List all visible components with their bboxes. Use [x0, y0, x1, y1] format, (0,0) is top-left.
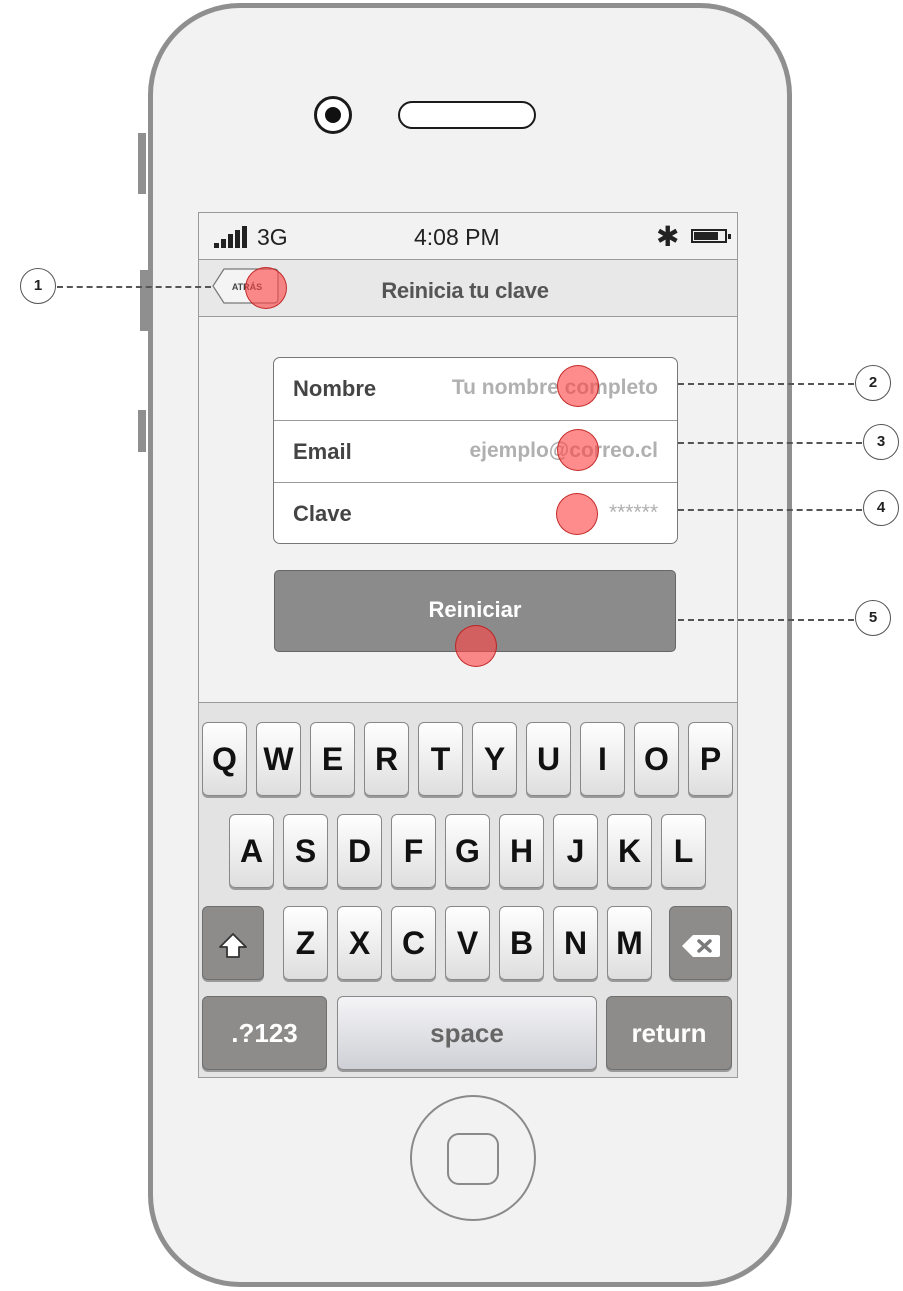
key-g[interactable]: G [445, 814, 490, 888]
name-input[interactable]: Tu nombre completo [452, 376, 658, 400]
key-x[interactable]: X [337, 906, 382, 980]
callout-5: 5 [855, 600, 891, 636]
battery-icon [691, 229, 731, 243]
callout-4: 4 [863, 490, 899, 526]
bluetooth-icon: ✱ [656, 221, 680, 252]
key-a[interactable]: A [229, 814, 274, 888]
key-q[interactable]: Q [202, 722, 247, 796]
key-r[interactable]: R [364, 722, 409, 796]
signal-icon [214, 226, 248, 248]
key-v[interactable]: V [445, 906, 490, 980]
network-type: 3G [257, 224, 288, 250]
key-o[interactable]: O [634, 722, 679, 796]
return-key[interactable]: return [606, 996, 732, 1070]
callout-3-line [678, 442, 862, 444]
key-w[interactable]: W [256, 722, 301, 796]
shift-arrow-icon [219, 932, 247, 958]
hotspot-email [557, 429, 599, 471]
hotspot-back [245, 267, 287, 309]
key-c[interactable]: C [391, 906, 436, 980]
name-field[interactable]: Nombre Tu nombre completo [274, 358, 677, 420]
key-i[interactable]: I [580, 722, 625, 796]
key-p[interactable]: P [688, 722, 733, 796]
key-h[interactable]: H [499, 814, 544, 888]
key-b[interactable]: B [499, 906, 544, 980]
password-input[interactable]: ****** [609, 501, 658, 525]
status-time: 4:08 PM [414, 224, 500, 250]
backspace-icon [681, 934, 720, 957]
callout-4-line [678, 509, 862, 511]
hotspot-name [557, 365, 599, 407]
page-title: Reinicia tu clave [381, 278, 549, 303]
numbers-key[interactable]: .?123 [202, 996, 327, 1070]
key-k[interactable]: K [607, 814, 652, 888]
key-j[interactable]: J [553, 814, 598, 888]
camera-icon [314, 96, 352, 134]
volume-down-button [138, 410, 146, 452]
callout-2-line [678, 383, 854, 385]
delete-key[interactable] [669, 906, 732, 980]
email-label: Email [293, 439, 352, 464]
speaker-grille [398, 101, 536, 129]
callout-5-line [678, 619, 854, 621]
key-y[interactable]: Y [472, 722, 517, 796]
key-e[interactable]: E [310, 722, 355, 796]
volume-up-button [140, 270, 148, 331]
key-u[interactable]: U [526, 722, 571, 796]
password-label: Clave [293, 501, 352, 526]
key-t[interactable]: T [418, 722, 463, 796]
callout-1-line [57, 286, 211, 288]
callout-3: 3 [863, 424, 899, 460]
shift-key[interactable] [202, 906, 264, 980]
email-field[interactable]: Email ejemplo@correo.cl [274, 420, 677, 482]
mute-switch [138, 133, 146, 194]
key-d[interactable]: D [337, 814, 382, 888]
name-label: Nombre [293, 376, 377, 401]
home-square-icon [447, 1133, 499, 1185]
key-l[interactable]: L [661, 814, 706, 888]
key-z[interactable]: Z [283, 906, 328, 980]
callout-2: 2 [855, 365, 891, 401]
callout-1: 1 [20, 268, 56, 304]
password-field[interactable]: Clave ****** [274, 482, 677, 544]
hotspot-password [556, 493, 598, 535]
space-key[interactable]: space [337, 996, 597, 1070]
hotspot-reset [455, 625, 497, 667]
key-m[interactable]: M [607, 906, 652, 980]
key-n[interactable]: N [553, 906, 598, 980]
key-s[interactable]: S [283, 814, 328, 888]
key-f[interactable]: F [391, 814, 436, 888]
